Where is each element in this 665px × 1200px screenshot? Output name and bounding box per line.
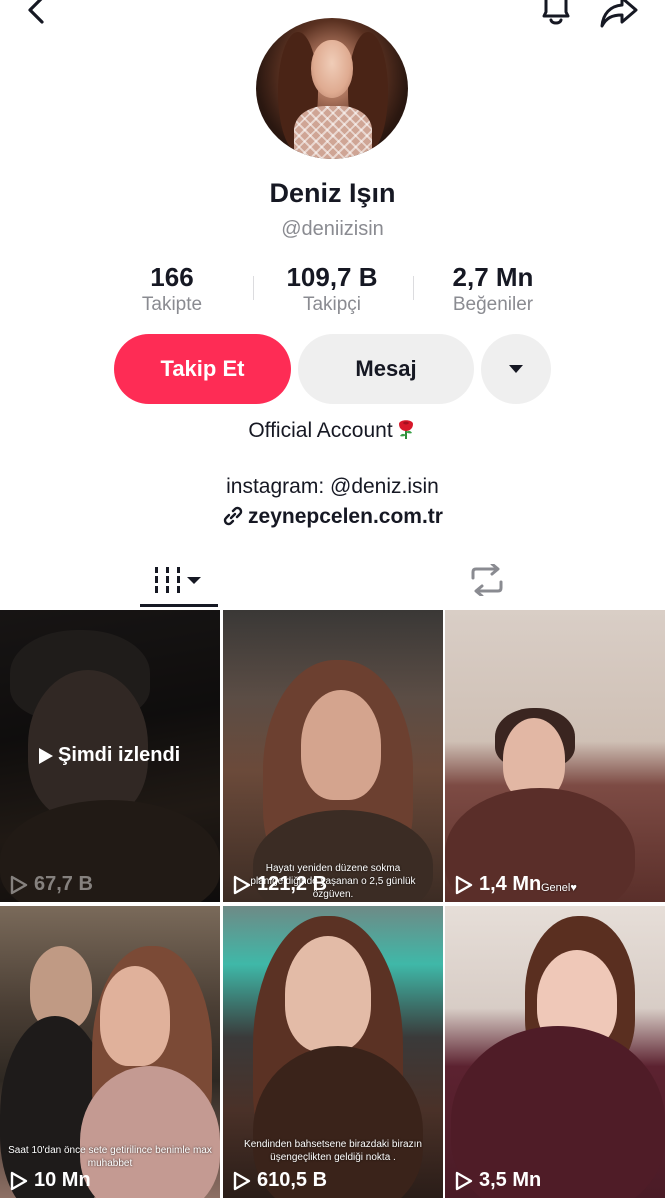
view-count-text: 121,2 B (257, 873, 328, 895)
bio: Official Account (0, 418, 665, 443)
tab-videos[interactable] (140, 555, 218, 605)
active-tab-indicator (140, 604, 218, 607)
video-tile[interactable]: Şimdi izlendi 67,7 B (0, 610, 220, 902)
more-options-button[interactable] (481, 334, 551, 404)
tile-face (285, 936, 371, 1052)
tile-face (301, 690, 381, 800)
stat-likes-value: 2,7 Mn (452, 262, 534, 292)
video-tile[interactable]: Kendinden bahsetsene birazdaki birazın ü… (223, 906, 443, 1198)
view-count: 121,2 B (233, 873, 327, 896)
message-button[interactable]: Mesaj (298, 334, 474, 404)
avatar-top (294, 106, 372, 159)
stat-following-label: Takipte (141, 294, 203, 315)
play-outline-icon (455, 1171, 473, 1190)
stat-followers[interactable]: 109,7 B Takipçi (252, 262, 412, 318)
view-count-text: 3,5 Mn (479, 1169, 542, 1191)
video-tile[interactable]: Saat 10'dan önce sete getirilince beniml… (0, 906, 220, 1198)
stat-likes-label: Beğeniler (452, 294, 534, 315)
video-grid: Şimdi izlendi 67,7 B Hayatı yeniden düze… (0, 610, 665, 1200)
follow-button[interactable]: Takip Et (114, 334, 291, 404)
profile-name: Deniz Işın (269, 178, 396, 208)
view-count-text: 1,4 Mn (479, 873, 542, 895)
video-caption: Kendinden bahsetsene birazdaki birazın ü… (244, 1139, 422, 1163)
chevron-left-icon[interactable] (22, 0, 52, 26)
play-outline-icon (10, 1171, 28, 1190)
website-link[interactable]: zeynepcelen.com.tr (0, 505, 665, 529)
play-icon (39, 747, 53, 764)
link-icon (223, 506, 243, 526)
play-outline-icon (233, 1171, 251, 1190)
website-text: zeynepcelen.com.tr (248, 505, 443, 528)
video-tile[interactable]: 3,5 Mn (445, 906, 665, 1198)
stat-followers-label: Takipçi (302, 294, 362, 315)
tab-reposts[interactable] (448, 555, 526, 605)
stat-likes[interactable]: 2,7 Mn Beğeniler (413, 262, 573, 318)
grid-bars-icon (155, 567, 201, 593)
caret-down-icon (509, 365, 523, 373)
video-caption: Genel♥ (541, 882, 577, 894)
video-tile[interactable]: Hayatı yeniden düzene sokma planıgeldiği… (223, 610, 443, 902)
stat-following-value: 166 (150, 262, 194, 292)
rose-icon (398, 420, 413, 439)
profile-handle: @deniizisin (281, 218, 384, 240)
video-tile[interactable]: Genel♥ 1,4 Mn (445, 610, 665, 902)
bio-text: Official Account (248, 419, 393, 442)
bell-icon[interactable] (534, 0, 578, 28)
stat-following[interactable]: 166 Takipte (92, 262, 252, 318)
stat-followers-value: 109,7 B (286, 262, 378, 292)
view-count-text: 67,7 B (34, 873, 93, 895)
view-count: 610,5 B (233, 1169, 327, 1192)
video-caption: Saat 10'dan önce sete getirilince beniml… (8, 1145, 212, 1169)
play-outline-icon (233, 875, 251, 894)
view-count-text: 10 Mn (34, 1169, 91, 1191)
play-outline-icon (10, 875, 28, 894)
watched-label: Şimdi izlendi (38, 744, 180, 767)
watched-text: Şimdi izlendi (58, 744, 181, 766)
view-count: 3,5 Mn (455, 1169, 541, 1192)
view-count: 10 Mn (10, 1169, 91, 1192)
tile-face (100, 966, 170, 1066)
view-count: 67,7 B (10, 873, 93, 896)
view-count: 1,4 Mn (455, 873, 541, 896)
instagram-text: instagram: @deniz.isin (226, 475, 439, 498)
view-count-text: 610,5 B (257, 1169, 328, 1191)
avatar-face (311, 40, 353, 98)
play-outline-icon (455, 875, 473, 894)
repost-icon (471, 564, 503, 596)
avatar[interactable] (256, 18, 408, 159)
share-arrow-icon[interactable] (598, 0, 642, 30)
